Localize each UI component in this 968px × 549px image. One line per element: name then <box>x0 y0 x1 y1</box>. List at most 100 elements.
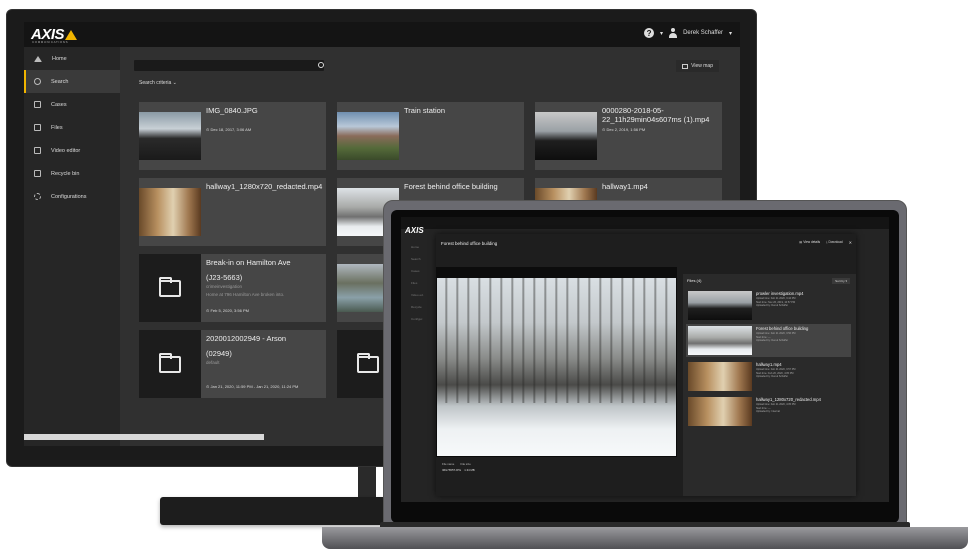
file-metadata: File name File size IMG7655T.JPG 1.34 MB <box>442 461 475 473</box>
search-criteria-label: Search criteria <box>139 80 172 86</box>
file-list-name: hallway1_1280x720_redacted.mp4 <box>756 397 821 402</box>
close-icon[interactable]: ✕ <box>849 240 852 245</box>
files-panel: Files (4) Sort by ▾ prowler investigatio… <box>683 274 856 496</box>
sidebar-item[interactable]: Search <box>401 253 427 265</box>
case-type: default <box>206 360 220 365</box>
folder-icon <box>34 101 41 108</box>
sidebar-item[interactable]: Cases <box>401 265 427 277</box>
view-details-button[interactable]: ▤ View details <box>799 240 820 245</box>
laptop-base <box>322 527 968 549</box>
preview-image[interactable] <box>437 278 676 456</box>
result-card[interactable]: IMG_0840.JPG ⊙ Dec 18, 2017, 3:06 AM <box>139 102 326 170</box>
sidebar-item-label: Recycle bin <box>51 170 80 177</box>
card-title: 2020012002949 - Arson <box>206 334 287 343</box>
help-dropdown-icon[interactable]: ▾ <box>660 30 663 37</box>
search-icon <box>34 78 41 85</box>
laptop-screen: AXIS Home Search Cases Files Video ed. R… <box>401 217 889 502</box>
result-card[interactable]: 0000280-2018-05-22_11h29min04s607ms (1).… <box>535 102 722 170</box>
sidebar-item[interactable]: Home <box>401 241 427 253</box>
search-criteria-toggle[interactable]: Search criteria ⌄ <box>139 80 177 86</box>
file-list-name: hallway1.mp4 <box>756 362 782 367</box>
sidebar-item-cases[interactable]: Cases <box>24 93 120 116</box>
result-card[interactable]: Train station <box>337 102 524 170</box>
trash-icon <box>34 170 41 177</box>
case-thumbnail <box>139 254 201 322</box>
logo-triangle-icon <box>65 29 78 40</box>
user-dropdown-icon[interactable]: ▾ <box>729 30 732 37</box>
files-header: Files (4) <box>687 278 702 283</box>
card-title: 0000280-2018-05-22_11h29min04s607ms (1).… <box>602 106 710 124</box>
sidebar-item[interactable]: Recycle <box>401 301 427 313</box>
thumbnail <box>688 397 752 426</box>
thumbnail <box>535 112 597 160</box>
thumbnail <box>688 362 752 391</box>
view-map-button[interactable]: View map <box>676 60 719 72</box>
sidebar-item-label: Configurations <box>51 193 87 200</box>
file-list-item[interactable]: hallway1.mp4 Upload time: Feb 21 2020, 3… <box>686 360 851 393</box>
card-title: Train station <box>404 106 445 115</box>
case-id: (02949) <box>206 349 232 358</box>
view-map-label: View map <box>691 63 713 69</box>
laptop-sidebar: Home Search Cases Files Video ed. Recycl… <box>401 241 427 331</box>
thumbnail <box>139 112 201 160</box>
sidebar-item-recycle-bin[interactable]: Recycle bin <box>24 162 120 185</box>
sidebar-item-video-editor[interactable]: Video editor <box>24 139 120 162</box>
brand-subtitle: COMMUNICATIONS <box>32 40 69 44</box>
file-size-value: 1.34 MB <box>464 468 475 472</box>
card-title: Forest behind office building <box>404 182 498 191</box>
sort-dropdown[interactable]: Sort by ▾ <box>832 278 850 284</box>
card-date: ⊙ Jan 21, 2020, 11:59 PM - Jan 21, 2020,… <box>206 384 299 389</box>
card-title: hallway1.mp4 <box>602 182 648 191</box>
folder-icon <box>357 352 379 373</box>
video-editor-icon <box>34 147 41 154</box>
file-size-label: File size <box>460 462 471 466</box>
home-icon <box>34 55 42 62</box>
file-preview-dialog: Forest behind office building ▤ View det… <box>436 234 856 496</box>
file-list-item[interactable]: prowler investigation.mp4 Upload time: F… <box>686 289 851 322</box>
sidebar-item-search[interactable]: Search <box>24 70 120 93</box>
laptop-top-bar <box>401 217 889 229</box>
file-list-item-selected[interactable]: Forest behind office building Upload tim… <box>686 324 851 357</box>
folder-icon <box>159 352 181 373</box>
sidebar-item[interactable]: Video ed. <box>401 289 427 301</box>
result-card[interactable]: hallway1_1280x720_redacted.mp4 <box>139 178 326 246</box>
sidebar-item-label: Video editor <box>51 147 81 154</box>
case-card[interactable]: 2020012002949 - Arson (02949) default ⊙ … <box>139 330 326 398</box>
card-title: IMG_0840.JPG <box>206 106 258 115</box>
user-icon[interactable] <box>669 28 678 38</box>
card-title: hallway1_1280x720_redacted.mp4 <box>206 182 323 191</box>
file-list-details: Upload time: Feb 21 2020, 3:57 PM Start … <box>756 368 796 379</box>
download-button[interactable]: ⤓ Download <box>826 240 842 245</box>
file-name-label: File name <box>442 462 455 466</box>
card-date: ⊙ Feb 5, 2020, 3:56 PM <box>206 308 249 313</box>
sidebar-item[interactable]: Files <box>401 277 427 289</box>
file-list-item[interactable]: hallway1_1280x720_redacted.mp4 Upload ti… <box>686 395 851 428</box>
card-date: ⊙ Dec 18, 2017, 3:06 AM <box>206 127 252 132</box>
case-card[interactable]: Break-in on Hamilton Ave (J23-5663) crim… <box>139 254 326 322</box>
sidebar-item-configurations[interactable]: Configurations <box>24 185 120 208</box>
sidebar-item-label: Home <box>52 55 67 62</box>
dialog-actions: ▤ View details ⤓ Download ✕ <box>799 240 852 245</box>
thumbnail <box>688 291 752 320</box>
search-icon[interactable] <box>318 62 324 68</box>
case-description: Home at 796 Hamilton Ave broken into. <box>206 292 285 297</box>
search-input[interactable] <box>134 60 324 71</box>
sidebar-item-home[interactable]: Home <box>24 47 120 70</box>
top-bar: AXIS COMMUNICATIONS ? ▾ Derek Schaffer ▾ <box>24 22 740 47</box>
card-date: ⊙ Dec 2, 2019, 1:56 PM <box>602 127 646 132</box>
dialog-title: Forest behind office building <box>441 241 498 246</box>
media-viewer <box>436 267 677 457</box>
horizontal-scrollbar[interactable] <box>24 434 264 440</box>
laptop-axis-logo[interactable]: AXIS <box>405 226 424 235</box>
user-name[interactable]: Derek Schaffer <box>683 30 723 36</box>
case-id: (J23-5663) <box>206 273 243 282</box>
help-icon[interactable]: ? <box>644 28 655 38</box>
folder-icon <box>159 276 181 297</box>
sidebar-item-files[interactable]: Files <box>24 116 120 139</box>
file-list-name: Forest behind office building <box>756 326 809 331</box>
sidebar-item[interactable]: Configur. <box>401 313 427 325</box>
thumbnail <box>688 326 752 355</box>
file-list-details: Upload time: Feb 21 2020, 3:56 PM Start … <box>756 332 796 343</box>
thumbnail <box>139 188 201 236</box>
map-icon <box>682 63 689 69</box>
